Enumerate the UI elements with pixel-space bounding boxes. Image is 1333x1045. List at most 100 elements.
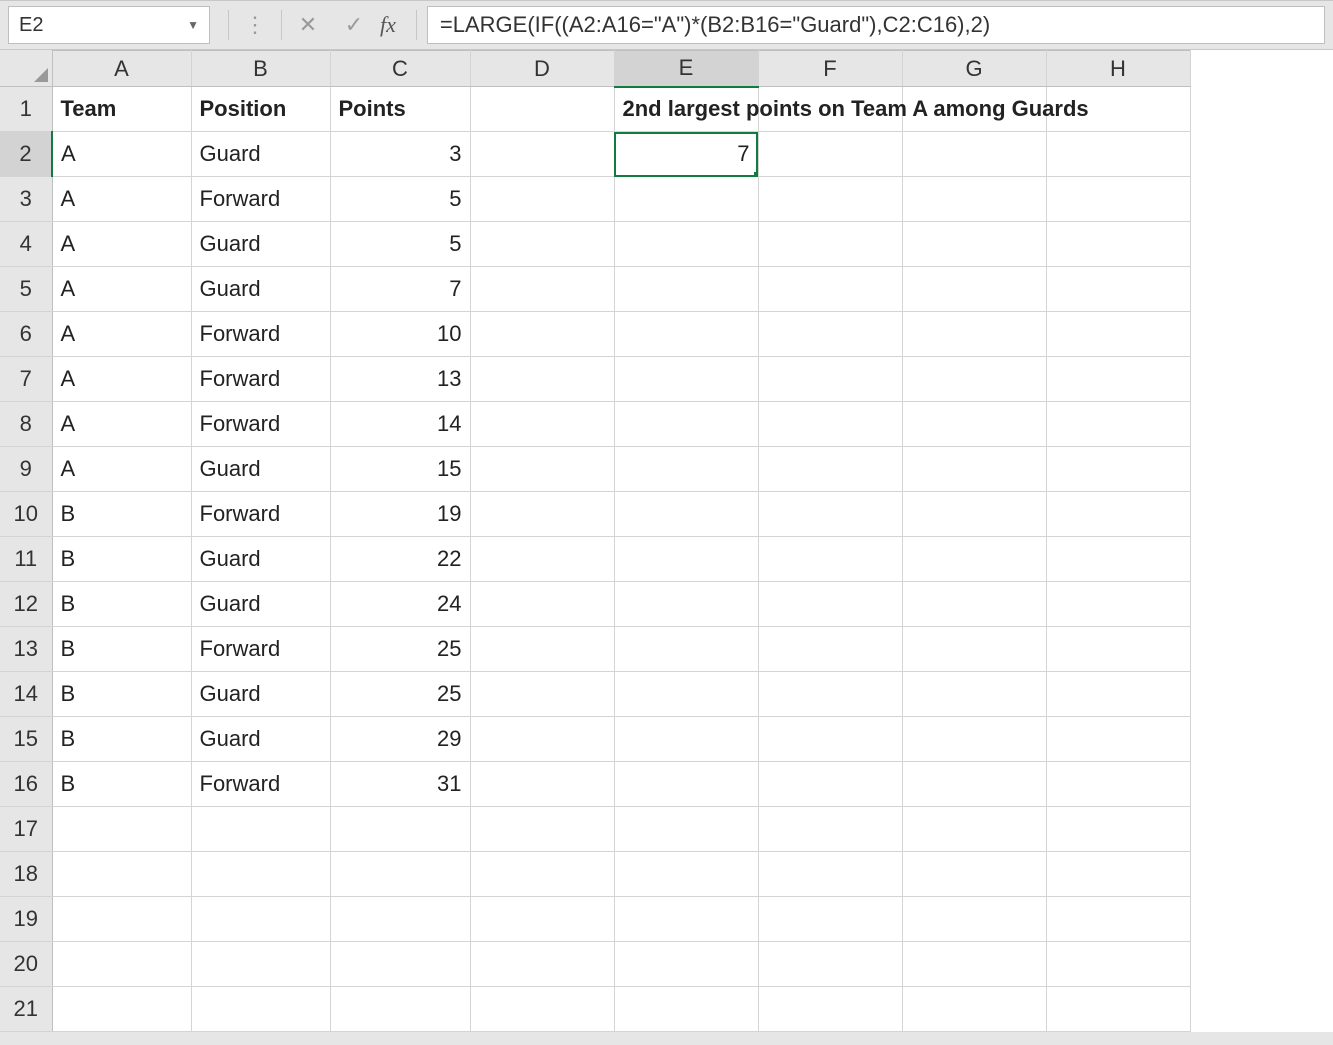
row-header-13[interactable]: 13 xyxy=(0,627,52,672)
cell-C19[interactable] xyxy=(330,897,470,942)
cell-F17[interactable] xyxy=(758,807,902,852)
cell-A8[interactable]: A xyxy=(52,402,191,447)
cell-B2[interactable]: Guard xyxy=(191,132,330,177)
cell-D4[interactable] xyxy=(470,222,614,267)
cell-F13[interactable] xyxy=(758,627,902,672)
cell-B16[interactable]: Forward xyxy=(191,762,330,807)
cell-C7[interactable]: 13 xyxy=(330,357,470,402)
cell-H19[interactable] xyxy=(1046,897,1190,942)
cell-G9[interactable] xyxy=(902,447,1046,492)
cell-H3[interactable] xyxy=(1046,177,1190,222)
cell-C18[interactable] xyxy=(330,852,470,897)
cell-G20[interactable] xyxy=(902,942,1046,987)
cell-E18[interactable] xyxy=(614,852,758,897)
cell-A9[interactable]: A xyxy=(52,447,191,492)
cell-F11[interactable] xyxy=(758,537,902,582)
cell-C9[interactable]: 15 xyxy=(330,447,470,492)
cell-G3[interactable] xyxy=(902,177,1046,222)
cell-H2[interactable] xyxy=(1046,132,1190,177)
chevron-down-icon[interactable]: ▼ xyxy=(187,18,199,32)
cell-F6[interactable] xyxy=(758,312,902,357)
cell-D5[interactable] xyxy=(470,267,614,312)
cell-B5[interactable]: Guard xyxy=(191,267,330,312)
cell-A13[interactable]: B xyxy=(52,627,191,672)
cell-C13[interactable]: 25 xyxy=(330,627,470,672)
cell-F5[interactable] xyxy=(758,267,902,312)
cell-F18[interactable] xyxy=(758,852,902,897)
row-header-18[interactable]: 18 xyxy=(0,852,52,897)
cell-E17[interactable] xyxy=(614,807,758,852)
cell-F10[interactable] xyxy=(758,492,902,537)
cell-C4[interactable]: 5 xyxy=(330,222,470,267)
formula-input[interactable]: =LARGE(IF((A2:A16="A")*(B2:B16="Guard"),… xyxy=(427,6,1325,44)
cell-G5[interactable] xyxy=(902,267,1046,312)
cell-D7[interactable] xyxy=(470,357,614,402)
cell-G15[interactable] xyxy=(902,717,1046,762)
cell-H12[interactable] xyxy=(1046,582,1190,627)
cell-G7[interactable] xyxy=(902,357,1046,402)
column-header-A[interactable]: A xyxy=(52,51,191,87)
cell-G12[interactable] xyxy=(902,582,1046,627)
cell-F9[interactable] xyxy=(758,447,902,492)
cell-E21[interactable] xyxy=(614,987,758,1032)
cell-G17[interactable] xyxy=(902,807,1046,852)
cell-G14[interactable] xyxy=(902,672,1046,717)
cell-C11[interactable]: 22 xyxy=(330,537,470,582)
cell-A19[interactable] xyxy=(52,897,191,942)
row-header-17[interactable]: 17 xyxy=(0,807,52,852)
cell-H4[interactable] xyxy=(1046,222,1190,267)
cell-C17[interactable] xyxy=(330,807,470,852)
cell-D9[interactable] xyxy=(470,447,614,492)
column-header-H[interactable]: H xyxy=(1046,51,1190,87)
cell-D17[interactable] xyxy=(470,807,614,852)
cell-B15[interactable]: Guard xyxy=(191,717,330,762)
cell-A5[interactable]: A xyxy=(52,267,191,312)
cell-C21[interactable] xyxy=(330,987,470,1032)
cell-H18[interactable] xyxy=(1046,852,1190,897)
cell-B10[interactable]: Forward xyxy=(191,492,330,537)
cell-D11[interactable] xyxy=(470,537,614,582)
cell-E2[interactable]: 7 xyxy=(614,132,758,177)
cell-B1[interactable]: Position xyxy=(191,87,330,132)
cell-F14[interactable] xyxy=(758,672,902,717)
cell-E15[interactable] xyxy=(614,717,758,762)
row-header-21[interactable]: 21 xyxy=(0,987,52,1032)
cell-G21[interactable] xyxy=(902,987,1046,1032)
cell-E7[interactable] xyxy=(614,357,758,402)
cell-C12[interactable]: 24 xyxy=(330,582,470,627)
row-header-14[interactable]: 14 xyxy=(0,672,52,717)
cell-G19[interactable] xyxy=(902,897,1046,942)
cell-B13[interactable]: Forward xyxy=(191,627,330,672)
cell-A14[interactable]: B xyxy=(52,672,191,717)
row-header-8[interactable]: 8 xyxy=(0,402,52,447)
cell-C3[interactable]: 5 xyxy=(330,177,470,222)
cell-B9[interactable]: Guard xyxy=(191,447,330,492)
cell-E9[interactable] xyxy=(614,447,758,492)
cell-E13[interactable] xyxy=(614,627,758,672)
cell-C5[interactable]: 7 xyxy=(330,267,470,312)
cell-C6[interactable]: 10 xyxy=(330,312,470,357)
column-header-D[interactable]: D xyxy=(470,51,614,87)
cell-B20[interactable] xyxy=(191,942,330,987)
cell-F2[interactable] xyxy=(758,132,902,177)
cell-E12[interactable] xyxy=(614,582,758,627)
cancel-formula-button[interactable]: ✕ xyxy=(288,7,328,43)
cell-B8[interactable]: Forward xyxy=(191,402,330,447)
row-header-11[interactable]: 11 xyxy=(0,537,52,582)
cell-F20[interactable] xyxy=(758,942,902,987)
row-header-20[interactable]: 20 xyxy=(0,942,52,987)
row-header-16[interactable]: 16 xyxy=(0,762,52,807)
cell-C20[interactable] xyxy=(330,942,470,987)
cell-C16[interactable]: 31 xyxy=(330,762,470,807)
cell-H15[interactable] xyxy=(1046,717,1190,762)
cell-G8[interactable] xyxy=(902,402,1046,447)
cell-G6[interactable] xyxy=(902,312,1046,357)
column-header-E[interactable]: E xyxy=(614,51,758,87)
cell-H11[interactable] xyxy=(1046,537,1190,582)
cell-D15[interactable] xyxy=(470,717,614,762)
cell-H6[interactable] xyxy=(1046,312,1190,357)
cell-F16[interactable] xyxy=(758,762,902,807)
cell-H20[interactable] xyxy=(1046,942,1190,987)
cell-D13[interactable] xyxy=(470,627,614,672)
select-all-corner[interactable] xyxy=(0,50,53,87)
